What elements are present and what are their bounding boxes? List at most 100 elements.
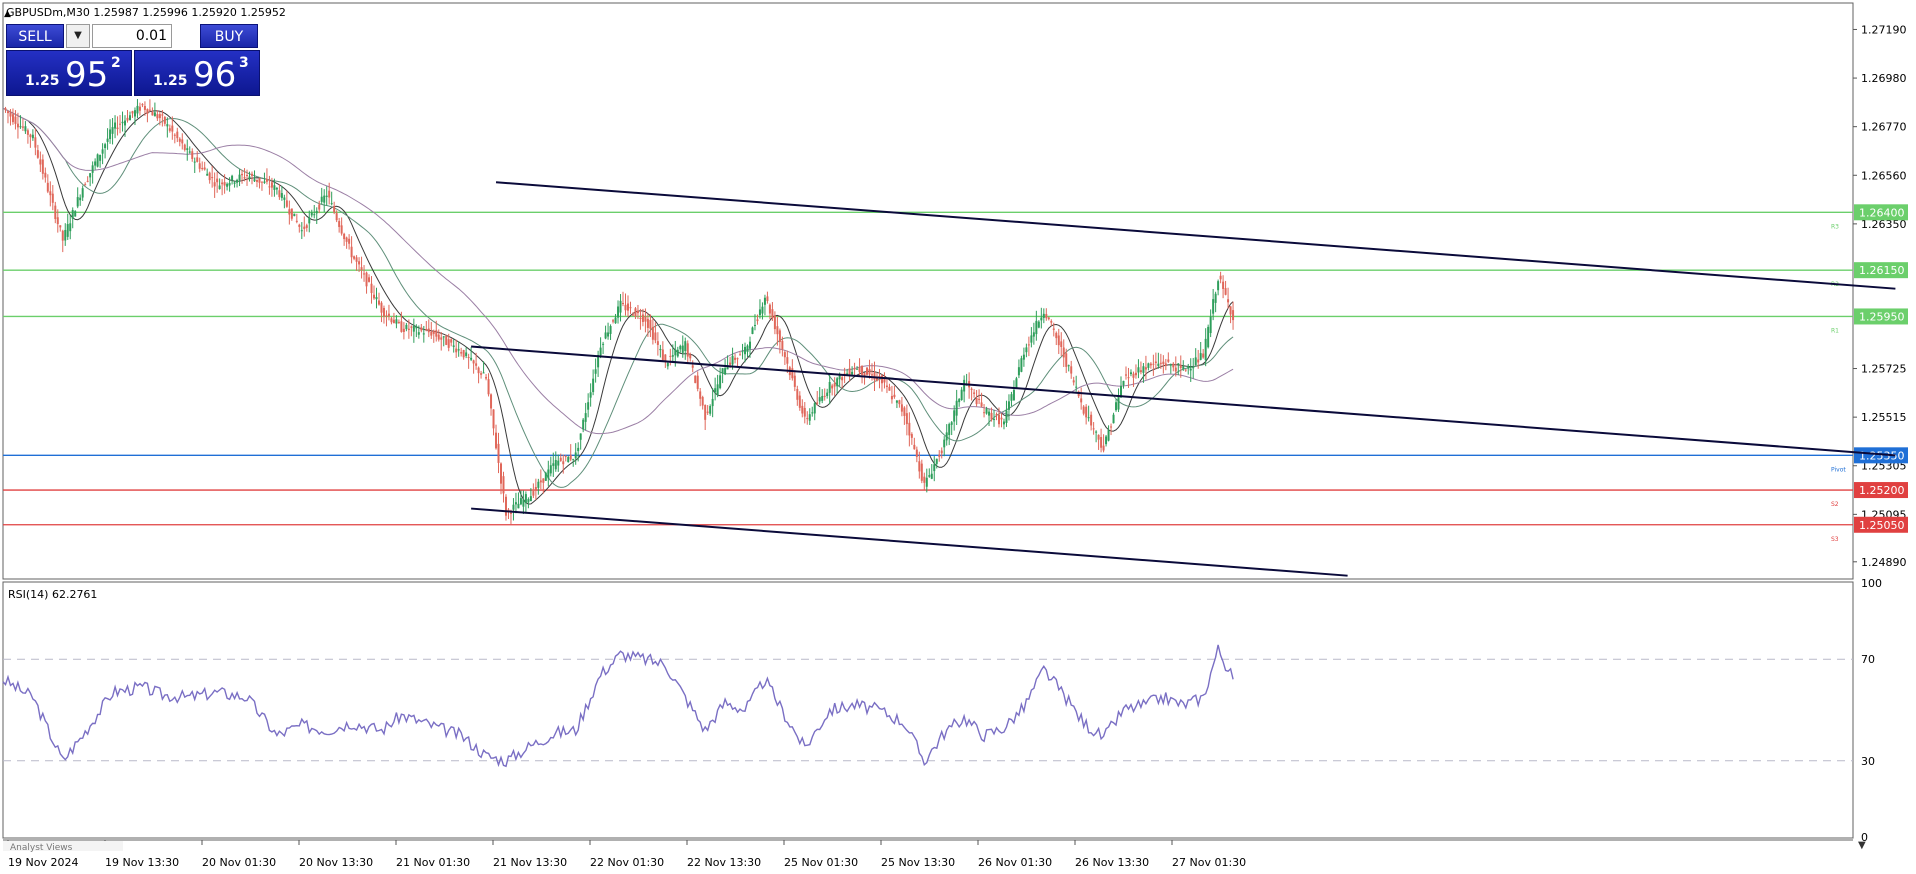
candle-body: [36, 150, 39, 158]
candle-body: [813, 403, 816, 414]
candle-body: [482, 372, 485, 374]
candle-body: [475, 363, 478, 366]
candle-body: [1032, 332, 1035, 337]
rsi-axis-label: 30: [1861, 755, 1875, 768]
candle-body: [567, 457, 570, 462]
candle-body: [1202, 353, 1205, 358]
candle-body: [412, 325, 415, 332]
price-axis-label: 1.27190: [1861, 23, 1907, 36]
price-axis-label: 1.25515: [1861, 411, 1907, 424]
buy-button[interactable]: BUY: [200, 24, 258, 48]
candle-body: [196, 157, 199, 162]
candle-body: [990, 412, 993, 420]
candle-body: [587, 402, 590, 410]
candle-body: [128, 115, 131, 121]
candle-body: [612, 320, 615, 322]
candle-body: [124, 120, 127, 126]
candle-body: [300, 230, 303, 232]
candle-body: [816, 402, 819, 404]
candle-body: [143, 105, 146, 110]
candle-body: [826, 392, 829, 396]
candle-body: [544, 472, 547, 481]
candle-body: [509, 512, 512, 514]
sell-button[interactable]: SELL: [6, 24, 64, 48]
candle-body: [768, 304, 771, 314]
candle-body: [589, 392, 592, 398]
buy-price-button[interactable]: 1.25 96 3: [134, 50, 260, 96]
candle-body: [303, 226, 306, 229]
candle-body: [1152, 363, 1155, 365]
candle-body: [542, 478, 545, 483]
scroll-down-icon[interactable]: ▼: [1858, 840, 1866, 851]
candle-body: [617, 306, 620, 318]
time-axis-label: 26 Nov 01:30: [978, 856, 1052, 869]
candle-body: [255, 179, 258, 182]
candle-body: [1022, 354, 1025, 360]
candle-body: [131, 111, 134, 114]
candle-body: [325, 195, 328, 197]
candle-body: [512, 504, 515, 510]
candle-body: [293, 213, 296, 217]
candle-body: [935, 458, 938, 464]
candle-body: [206, 173, 209, 176]
candle-body: [1137, 367, 1140, 373]
lot-size-input[interactable]: [92, 24, 172, 48]
candle-body: [863, 373, 866, 376]
candle-body: [1127, 377, 1130, 379]
candle-body: [1105, 436, 1108, 445]
candle-body: [280, 193, 283, 198]
chart-canvas[interactable]: GBPUSDm,M30 1.25987 1.25996 1.25920 1.25…: [0, 0, 1916, 874]
candle-body: [138, 106, 141, 111]
candle-body: [1157, 363, 1160, 366]
candle-body: [890, 395, 893, 400]
candle-body: [1010, 394, 1013, 401]
candle-body: [853, 367, 856, 370]
candle-body: [938, 454, 941, 457]
sell-price-button[interactable]: 1.25 95 2: [6, 50, 132, 96]
candle-body: [497, 443, 500, 463]
candle-body: [547, 469, 550, 479]
candle-body: [1207, 326, 1210, 348]
candle-body: [1045, 313, 1048, 319]
candle-body: [1017, 367, 1020, 376]
candle-body: [407, 328, 410, 330]
candle-body: [216, 178, 219, 183]
candle-body: [9, 112, 12, 117]
candle-body: [101, 149, 104, 154]
candle-body: [236, 179, 239, 183]
candle-body: [828, 381, 831, 393]
candle-body: [771, 309, 774, 319]
collapse-triangle-icon[interactable]: ▲: [4, 9, 11, 19]
candle-body: [477, 367, 480, 374]
candle-body: [136, 105, 139, 114]
candle-body: [368, 277, 371, 282]
candle-body: [1204, 338, 1207, 361]
candle-body: [582, 419, 585, 430]
candle-body: [856, 368, 859, 370]
candle-body: [176, 131, 179, 139]
candle-body: [559, 457, 562, 461]
candle-body: [84, 184, 87, 186]
candle-body: [539, 480, 542, 483]
candle-body: [758, 309, 761, 316]
candle-body: [221, 182, 224, 185]
candle-body: [148, 109, 151, 111]
candle-body: [1164, 363, 1167, 366]
candle-body: [99, 154, 102, 161]
time-axis-label: 21 Nov 13:30: [493, 856, 567, 869]
lot-decrease-icon[interactable]: ▼: [66, 24, 90, 48]
candle-body: [106, 138, 109, 142]
candle-body: [1219, 275, 1222, 280]
candle-body: [427, 328, 430, 333]
candle-body: [1047, 317, 1050, 320]
candle-body: [54, 205, 57, 220]
candle-body: [527, 499, 530, 503]
candle-body: [238, 174, 241, 181]
candle-body: [793, 375, 796, 387]
candle-body: [923, 476, 926, 483]
time-axis-label: 19 Nov 2024: [8, 856, 78, 869]
candle-body: [910, 434, 913, 438]
candle-body: [656, 341, 659, 345]
candle-body: [659, 348, 662, 351]
candle-body: [1147, 363, 1150, 368]
